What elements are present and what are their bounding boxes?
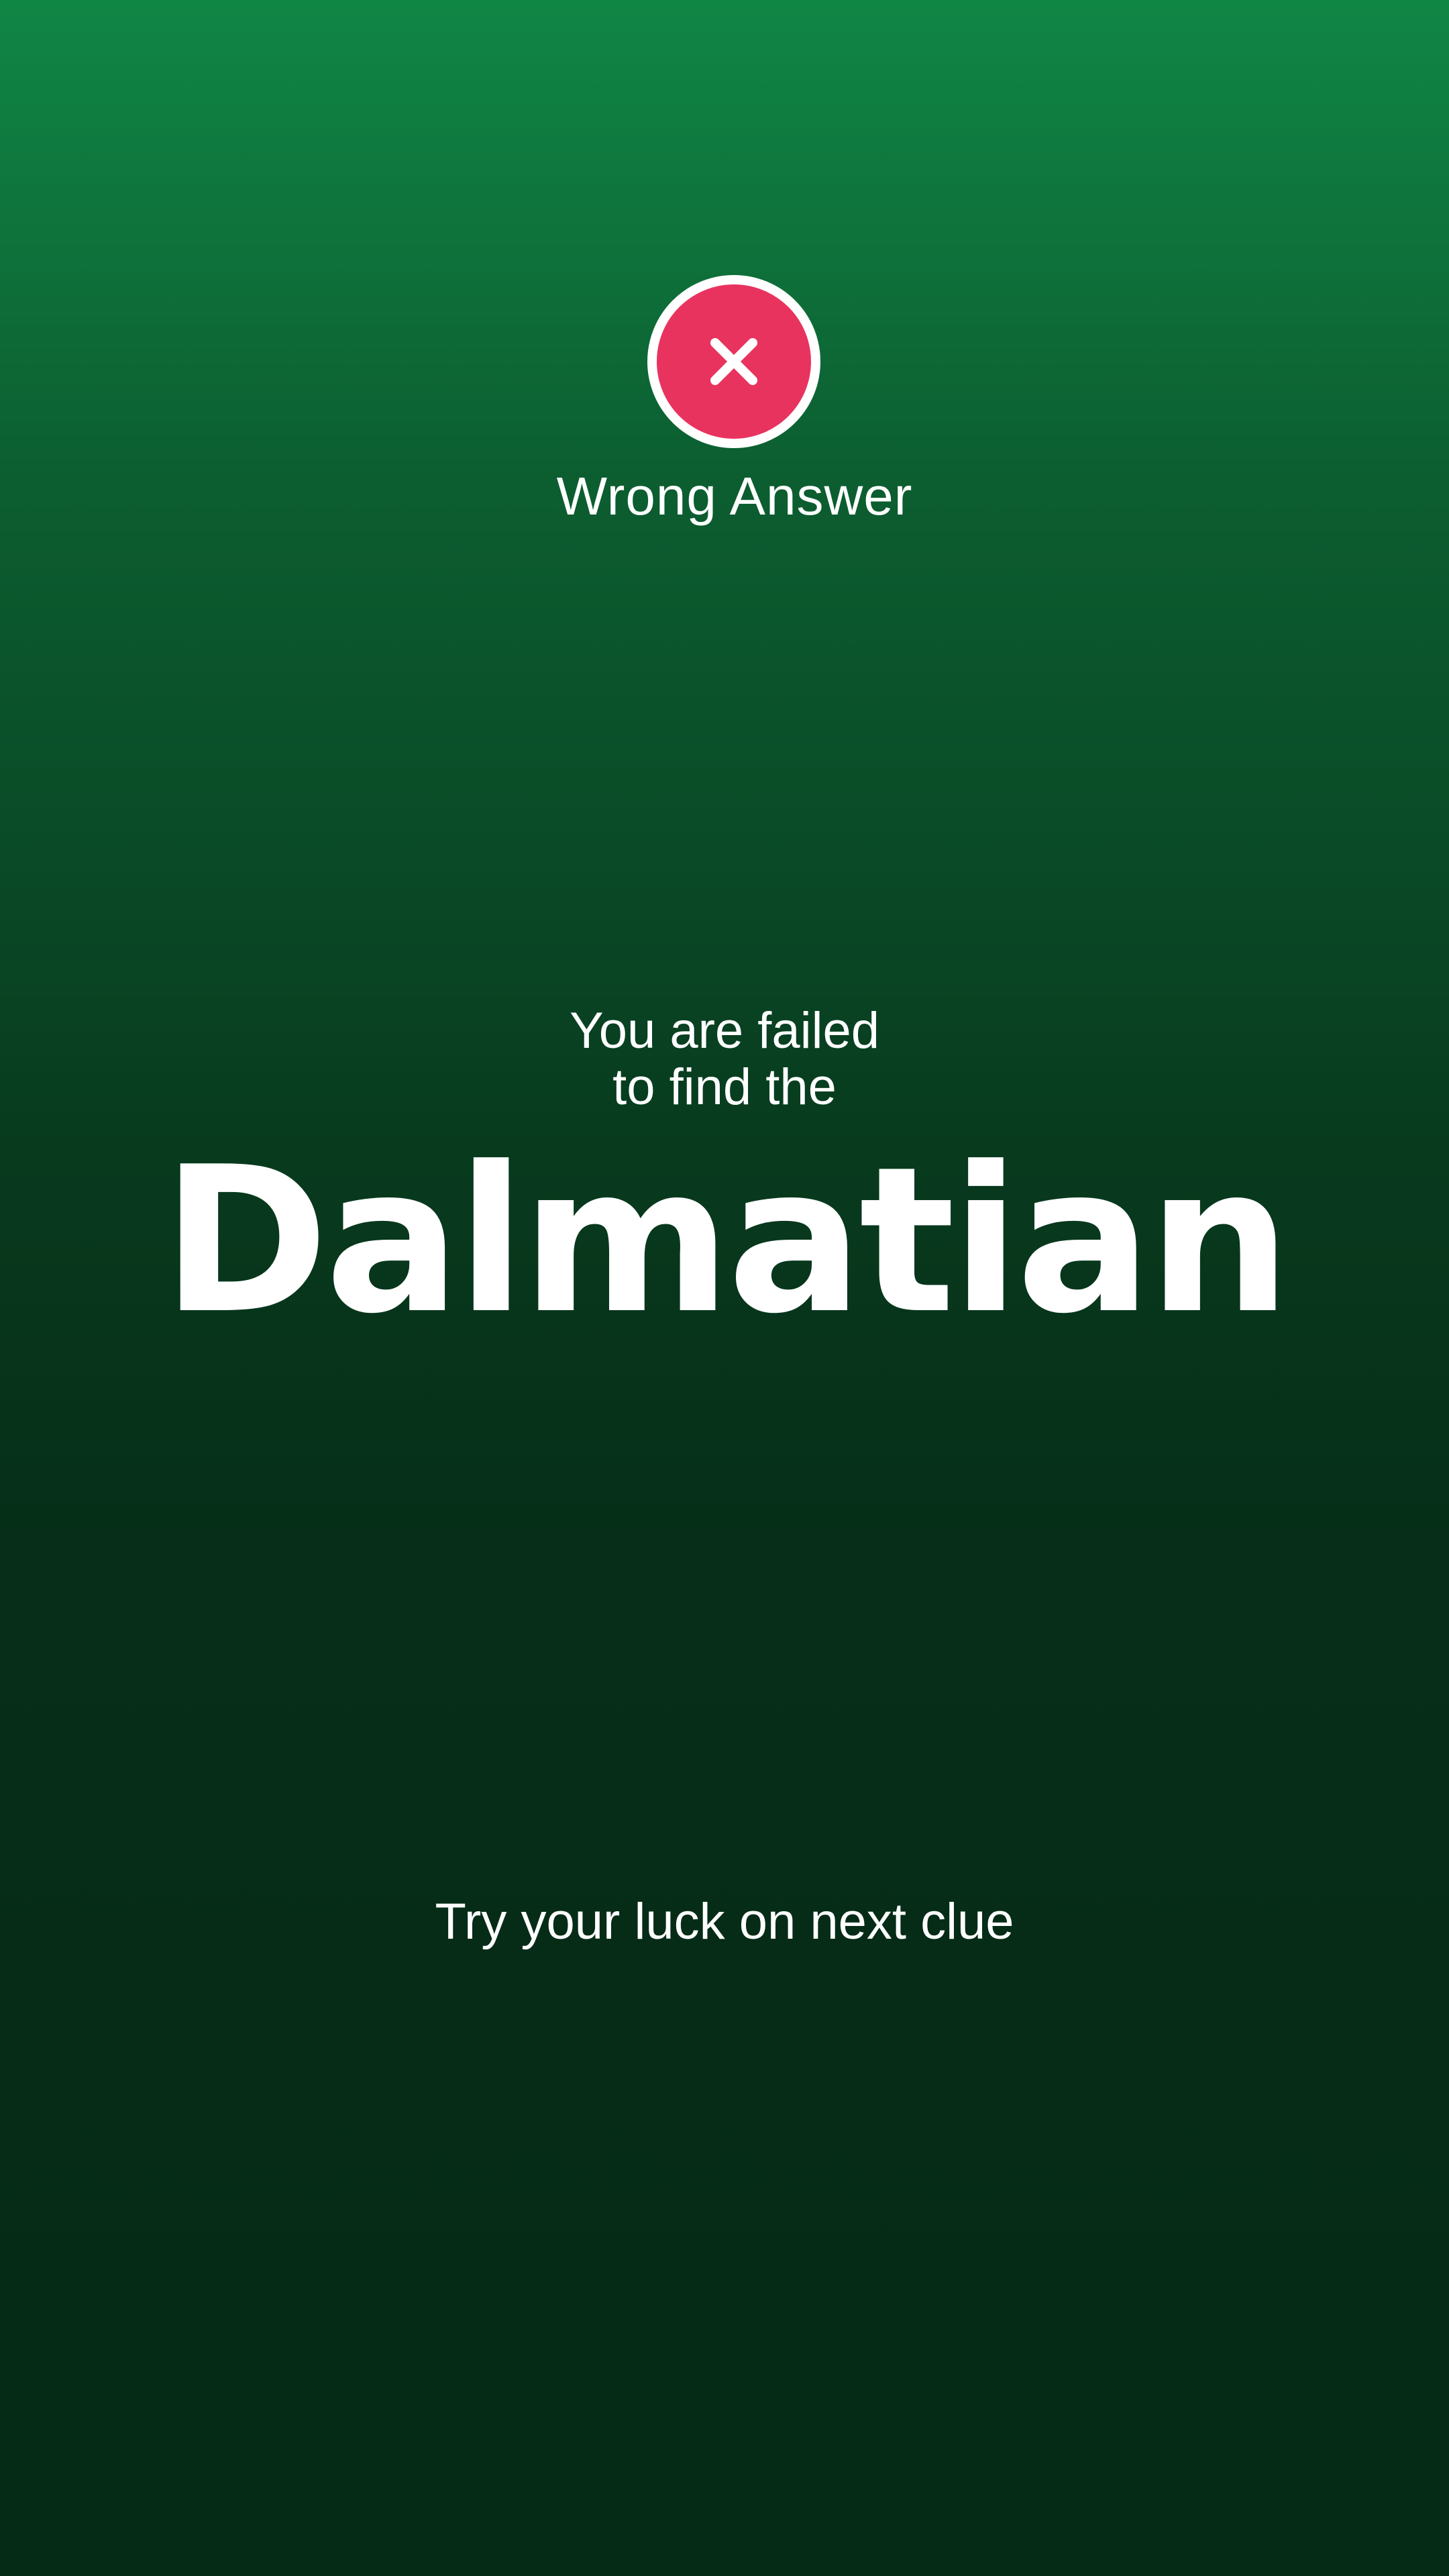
status-label: Wrong Answer bbox=[556, 466, 913, 526]
close-icon bbox=[710, 338, 757, 385]
result-screen: Wrong Answer You are failed to find the … bbox=[0, 0, 1449, 2576]
failure-message-line-2: to find the bbox=[612, 1059, 837, 1116]
failure-message-line-1: You are failed bbox=[569, 1002, 879, 1059]
target-word: Dalmatian bbox=[162, 1124, 1291, 1358]
next-clue-hint: Try your luck on next clue bbox=[435, 1893, 1014, 1950]
wrong-answer-badge bbox=[647, 275, 820, 448]
failure-message: You are failed to find the bbox=[0, 1003, 1449, 1116]
